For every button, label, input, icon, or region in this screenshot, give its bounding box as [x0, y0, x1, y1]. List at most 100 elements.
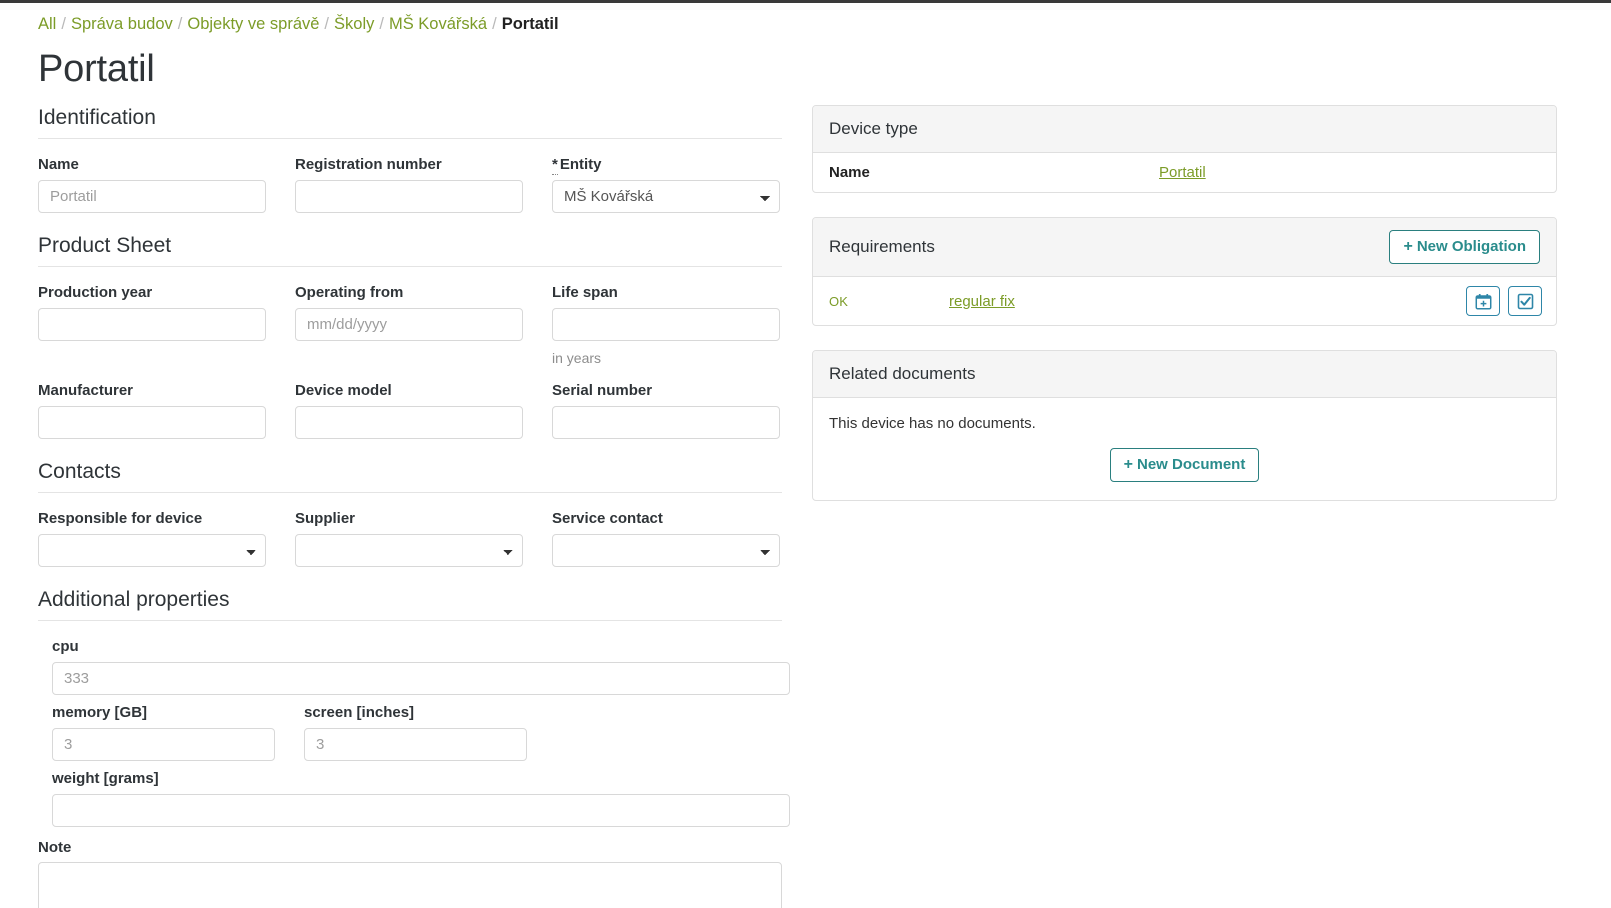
page-root: All / Správa budov / Objekty ve správě / Školy…: [0, 3, 1611, 908]
label-production-year: Production year: [38, 284, 153, 301]
label-life-span: Life span: [552, 284, 618, 301]
breadcrumb-item-objekty-ve-sprave[interactable]: Objekty ve správě: [187, 15, 319, 33]
field-life-span: Life span in years: [552, 283, 780, 367]
new-document-button[interactable]: + New Document: [1109, 448, 1260, 482]
field-device-model: Device model: [295, 381, 523, 439]
requirement-row-actions: [1466, 286, 1542, 316]
label-registration-number: Registration number: [295, 156, 442, 173]
field-registration-number: Registration number: [295, 155, 523, 213]
weight-input[interactable]: [52, 794, 790, 827]
manufacturer-input[interactable]: [38, 406, 266, 439]
field-supplier: Supplier: [295, 509, 523, 567]
calendar-plus-button[interactable]: [1466, 286, 1500, 316]
additional-properties-pair-row: memory [GB] screen [inches]: [52, 703, 790, 769]
calendar-plus-icon: [1475, 293, 1491, 309]
table-row: ok regular fix: [813, 277, 1556, 325]
registration-number-input[interactable]: [295, 180, 523, 213]
life-span-help-text: in years: [552, 350, 602, 366]
production-year-input[interactable]: [38, 308, 266, 341]
label-service-contact: Service contact: [552, 510, 663, 527]
entity-select[interactable]: MŠ Kovářská: [552, 180, 780, 213]
panel-body-device-type: Name Portatil: [813, 153, 1556, 192]
device-type-name-value-link[interactable]: Portatil: [1159, 164, 1206, 181]
product-sheet-row-1: Production year Operating from Life span…: [38, 283, 790, 367]
section-header-product-sheet: Product Sheet: [38, 233, 782, 267]
panel-device-type: Device type Name Portatil: [812, 105, 1557, 193]
label-entity-text: Entity: [559, 156, 602, 173]
operating-from-input[interactable]: [295, 308, 523, 341]
responsible-for-device-select[interactable]: [38, 534, 266, 567]
plus-icon: +: [1123, 456, 1133, 473]
note-textarea[interactable]: [38, 862, 782, 908]
field-manufacturer: Manufacturer: [38, 381, 266, 439]
field-memory: memory [GB]: [52, 703, 275, 761]
panel-body-related-documents: This device has no documents. + New Docum…: [813, 398, 1556, 500]
field-operating-from: Operating from: [295, 283, 523, 367]
breadcrumb-separator: /: [177, 15, 183, 33]
label-weight: weight [grams]: [52, 770, 159, 787]
breadcrumb-item-sprava-budov[interactable]: Správa budov: [71, 15, 173, 33]
label-device-model: Device model: [295, 382, 392, 399]
label-operating-from: Operating from: [295, 284, 404, 301]
panel-body-requirements: ok regular fix: [813, 277, 1556, 325]
field-weight: weight [grams]: [52, 769, 790, 827]
device-form: Identification Name Registration number …: [0, 105, 790, 908]
panel-related-documents: Related documents This device has no doc…: [812, 350, 1557, 501]
section-header-identification: Identification: [38, 105, 782, 139]
label-note: Note: [38, 839, 72, 856]
screen-input[interactable]: [304, 728, 527, 761]
label-manufacturer: Manufacturer: [38, 382, 134, 399]
field-responsible-for-device: Responsible for device: [38, 509, 266, 567]
new-document-button-label: New Document: [1136, 456, 1246, 473]
identification-fields-row: Name Registration number *Entity MŠ Ková…: [38, 155, 790, 213]
additional-properties-fields: cpu memory [GB] screen [inches] weight […: [38, 637, 790, 827]
breadcrumb-separator: /: [492, 15, 497, 33]
panel-title-requirements: Requirements: [829, 237, 935, 256]
breadcrumb-separator: /: [324, 15, 330, 33]
new-obligation-button[interactable]: + New Obligation: [1389, 230, 1540, 264]
panel-header-related-documents: Related documents: [813, 351, 1556, 398]
requirement-name-link[interactable]: regular fix: [949, 293, 1466, 310]
plus-icon: +: [1403, 238, 1413, 255]
cpu-input[interactable]: [52, 662, 790, 695]
field-name: Name: [38, 155, 266, 213]
panel-header-requirements: Requirements + New Obligation: [813, 218, 1556, 277]
serial-number-input[interactable]: [552, 406, 780, 439]
check-square-icon: [1517, 293, 1533, 309]
breadcrumb-item-ms-kovarska[interactable]: MŠ Kovářská: [389, 15, 487, 33]
label-screen: screen [inches]: [304, 704, 415, 721]
supplier-select[interactable]: [295, 534, 523, 567]
page-title: Portatil: [38, 48, 155, 90]
field-serial-number: Serial number: [552, 381, 780, 439]
content-columns: Identification Name Registration number …: [0, 105, 1611, 908]
field-cpu: cpu: [52, 637, 790, 695]
device-type-name-key: Name: [829, 164, 870, 181]
new-obligation-button-label: New Obligation: [1416, 238, 1526, 255]
label-responsible-for-device: Responsible for device: [38, 510, 203, 527]
memory-input[interactable]: [52, 728, 275, 761]
breadcrumb-item-skoly[interactable]: Školy: [334, 15, 374, 33]
check-square-button[interactable]: [1508, 286, 1542, 316]
required-marker-icon: *: [552, 156, 558, 175]
product-sheet-row-2: Manufacturer Device model Serial number: [38, 381, 790, 439]
table-row: Name Portatil: [813, 153, 1556, 192]
field-production-year: Production year: [38, 283, 266, 367]
label-cpu: cpu: [52, 638, 79, 655]
section-header-additional-properties: Additional properties: [38, 587, 782, 621]
breadcrumb-separator: /: [379, 15, 384, 33]
field-entity: * Entity MŠ Kovářská: [552, 155, 780, 213]
related-documents-empty-text: This device has no documents.: [829, 415, 1036, 432]
service-contact-select[interactable]: [552, 534, 780, 567]
breadcrumb-item-all[interactable]: All: [38, 15, 56, 33]
panel-header-device-type: Device type: [813, 106, 1556, 153]
panel-requirements: Requirements + New Obligation ok regular …: [812, 217, 1557, 326]
life-span-input[interactable]: [552, 308, 780, 341]
panel-title-device-type: Device type: [829, 119, 918, 138]
label-serial-number: Serial number: [552, 382, 653, 399]
breadcrumb-separator: /: [61, 15, 66, 33]
name-input[interactable]: [38, 180, 266, 213]
device-model-input[interactable]: [295, 406, 523, 439]
label-memory: memory [GB]: [52, 704, 148, 721]
contacts-fields-row: Responsible for device Supplier Service …: [38, 509, 790, 567]
